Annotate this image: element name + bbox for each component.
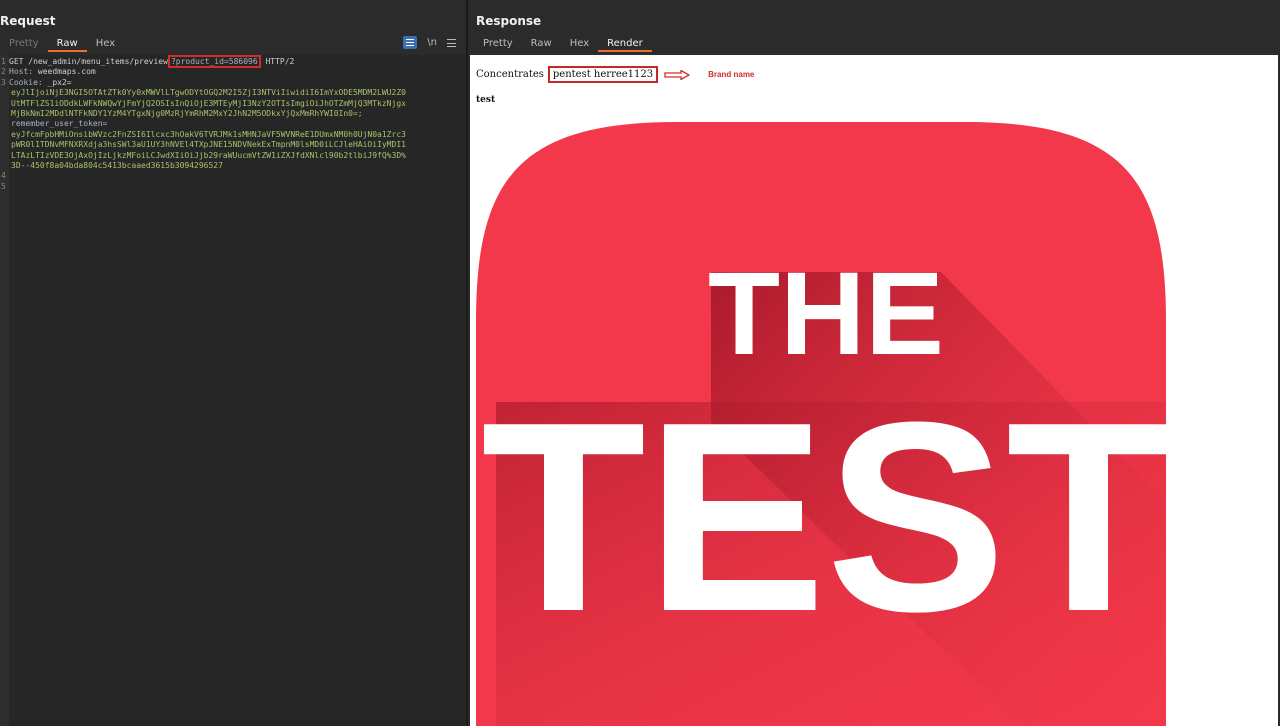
- tab-hex[interactable]: Hex: [87, 37, 124, 52]
- brand-name-highlight: pentest herree1123: [547, 66, 659, 83]
- brand-row: Concentrates pentest herree1123 Brand na…: [476, 66, 754, 83]
- request-toolbar: \n: [403, 36, 456, 49]
- request-tabs: Pretty Raw Hex: [0, 37, 124, 53]
- product-name: test: [476, 95, 496, 105]
- token-value-line: pWR0l1TDNvMFNXRXdja3hsSWl3aU1UY3hNVEl4TX…: [11, 140, 406, 150]
- category-label: Concentrates: [476, 69, 544, 80]
- tab-render[interactable]: Render: [598, 37, 652, 52]
- response-tabs: Pretty Raw Hex Render: [474, 37, 652, 53]
- request-title: Request: [0, 14, 56, 28]
- tab-raw[interactable]: Raw: [47, 37, 87, 52]
- cookie-value-line: MjBkNmI2MDdlNTFkNDY1YzM4YTgxNjg0MzRjYmRh…: [11, 109, 363, 119]
- token-value-line: LTAzLTIzVDE3OjAxOjIzLjkzMFoiLCJwdXIiOiJj…: [11, 150, 406, 160]
- brand-annotation: Brand name: [708, 70, 755, 79]
- logo-text-the: THE: [708, 248, 944, 380]
- request-line-3: 3 Cookie: _px2=: [1, 77, 72, 87]
- the-test-logo: THE TEST: [476, 122, 1166, 726]
- request-editor[interactable]: 1 GET /new_admin/menu_items/preview ?produ…: [0, 55, 466, 726]
- request-line-4: 4: [1, 171, 6, 181]
- render-viewer[interactable]: Concentrates pentest herree1123 Brand na…: [470, 55, 1278, 726]
- request-pane: Request Pretty Raw Hex \n 1 GET /new_admi…: [0, 0, 466, 726]
- tab-raw[interactable]: Raw: [522, 37, 561, 52]
- wrap-lines-icon[interactable]: [403, 36, 418, 49]
- cookie-value-line: eyJlIjoiNjE3NGI5OTAtZTk0Yy0xMWVlLTgwODYt…: [11, 88, 406, 98]
- remember-token-key: remember_user_token=: [11, 119, 108, 129]
- right-arrow-icon: [664, 69, 691, 80]
- tab-pretty[interactable]: Pretty: [0, 37, 48, 52]
- token-value-line: 3D--450f8a04bda804c5413bcaaed3615b309429…: [11, 161, 223, 171]
- token-value-line: eyJfcmFpbHMiOnsibWVzc2FnZSI6Ilcxc3hOakV6…: [11, 129, 406, 139]
- product-id-highlight: ?product_id=586096: [167, 55, 261, 68]
- tab-pretty[interactable]: Pretty: [474, 37, 522, 52]
- response-title: Response: [476, 14, 542, 28]
- response-pane: Response Pretty Raw Hex Render Concentra…: [468, 0, 1280, 726]
- tab-hex[interactable]: Hex: [561, 37, 598, 52]
- menu-icon[interactable]: [447, 38, 456, 47]
- newline-icon[interactable]: \n: [427, 37, 437, 48]
- cookie-value-line: UtMTFlZS1iODdkLWFkNWQwYjFmYjQ2OSIsInQiOj…: [11, 98, 406, 108]
- request-line-5: 5: [1, 181, 6, 191]
- request-line-1: 1 GET /new_admin/menu_items/preview ?produ…: [1, 55, 295, 68]
- request-line-2: 2 Host: weedmaps.com: [1, 67, 96, 77]
- logo-text-test: TEST: [481, 367, 1166, 668]
